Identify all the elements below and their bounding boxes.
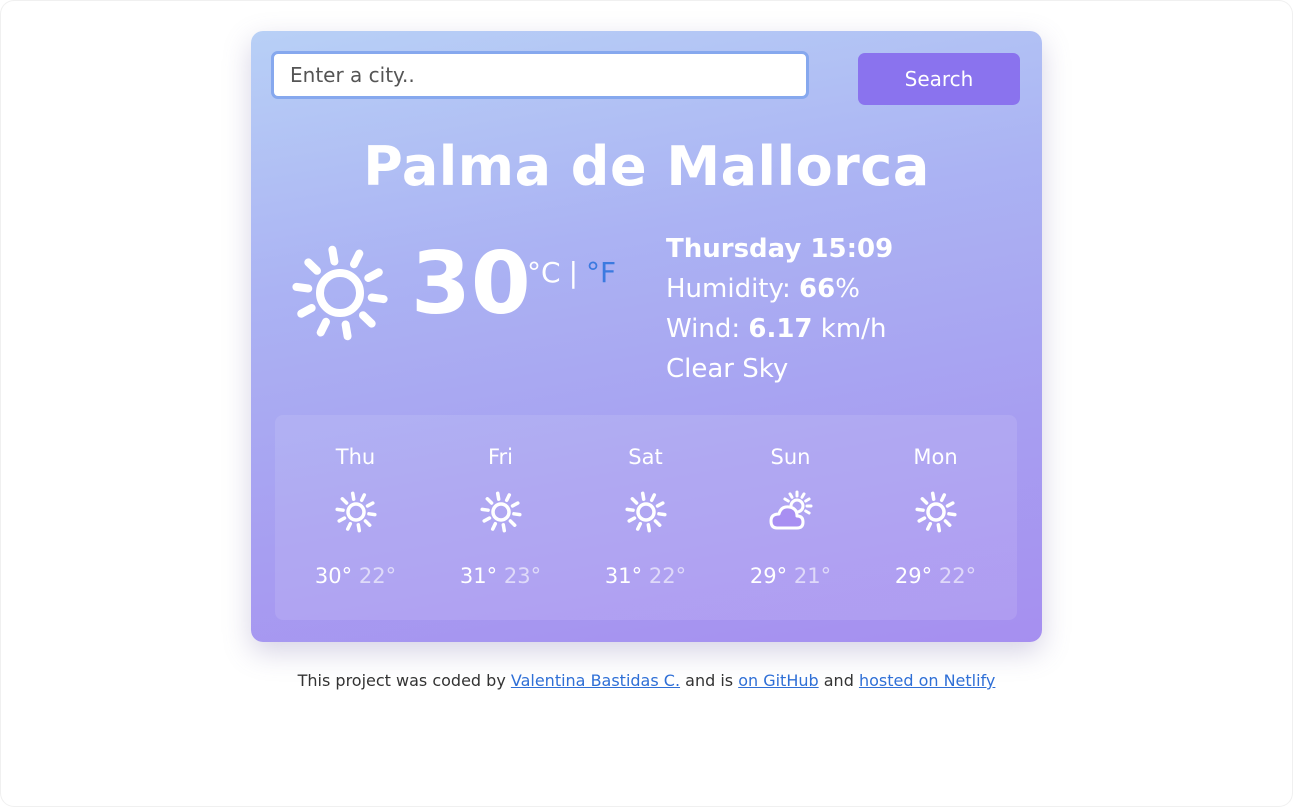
forecast-panel: Thu 30° 22° Fri 31° 23° Sat 31° 22° Sun 29° 21°… [275,415,1017,620]
forecast-day-name: Mon [913,445,958,469]
humidity-value: 66 [799,274,836,304]
forecast-low: 22° [358,564,397,588]
forecast-low: 21° [793,564,832,588]
wind: Wind: 6.17 km/h [666,309,893,349]
unit-toggle: °C | °F [527,256,616,289]
unit-separator: | [568,256,578,289]
celsius-unit: °C [527,256,561,289]
weather-card: Search Palma de Mallorca 30 °C|°F Thursd… [251,31,1042,642]
forecast-temps: 30° 22° [283,564,428,588]
forecast-low: 22° [648,564,687,588]
sun-icon [911,487,961,537]
forecast-high: 29° [749,564,788,588]
forecast-day-name: Thu [335,445,376,469]
wind-unit: km/h [812,314,887,344]
forecast-high: 30° [314,564,353,588]
fahrenheit-link[interactable]: °F [586,256,616,289]
footer-and: and [818,671,859,690]
footer: This project was coded by Valentina Bast… [0,671,1293,690]
forecast-high: 29° [894,564,933,588]
forecast-temps: 29° 21° [718,564,863,588]
forecast-temps: 29° 22° [863,564,1008,588]
forecast-temps: 31° 22° [573,564,718,588]
search-button[interactable]: Search [858,53,1020,105]
weather-description: Clear Sky [666,354,789,384]
forecast-temps: 31° 23° [428,564,573,588]
sun-icon [292,245,388,341]
footer-middle: and is [680,671,739,690]
github-link[interactable]: on GitHub [738,671,818,690]
date-time: Thursday 15:09 [666,234,894,264]
humidity: Humidity: 66% [666,269,893,309]
city-name: Palma de Mallorca [363,135,930,198]
current-temperature: 30 [411,234,531,334]
author-link[interactable]: Valentina Bastidas C. [511,671,680,690]
app-window: Search Palma de Mallorca 30 °C|°F Thursd… [0,0,1293,807]
sun-icon [621,487,671,537]
forecast-day-name: Sun [770,445,811,469]
forecast-low: 22° [938,564,977,588]
netlify-link[interactable]: hosted on Netlify [859,671,995,690]
humidity-label: Humidity: [666,274,800,304]
city-search-input[interactable] [271,51,809,99]
humidity-unit: % [835,274,860,304]
partly-cloudy-icon [766,487,816,537]
forecast-high: 31° [459,564,498,588]
sun-icon [476,487,526,537]
wind-value: 6.17 [748,314,813,344]
footer-prefix: This project was coded by [297,671,511,690]
forecast-high: 31° [604,564,643,588]
forecast-low: 23° [503,564,542,588]
forecast-day-name: Fri [487,445,514,469]
weather-details: Thursday 15:09 Humidity: 66% Wind: 6.17 … [666,229,893,389]
sun-icon [331,487,381,537]
forecast-day-name: Sat [628,445,663,469]
wind-label: Wind: [666,314,749,344]
